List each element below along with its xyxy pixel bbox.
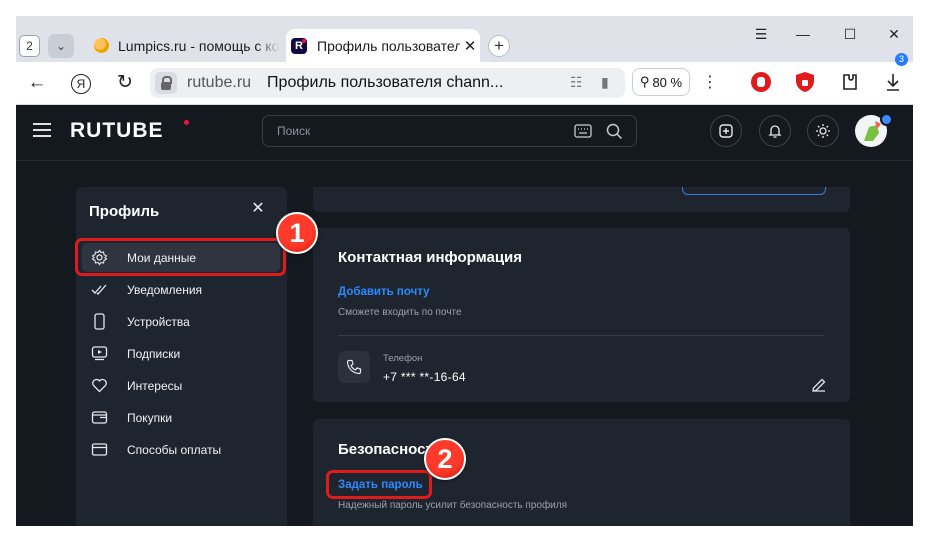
sidebar-item-label: Способы оплаты <box>127 443 222 457</box>
online-status-dot <box>880 113 893 126</box>
sun-icon <box>816 124 830 138</box>
wallet-icon <box>91 411 108 424</box>
site-header: RUTUBE Поиск <box>16 105 913 161</box>
sidebar-item-notifications[interactable]: Уведомления <box>82 275 280 304</box>
save-button[interactable] <box>682 187 826 195</box>
contact-info-card: Контактная информация Добавить почту Смо… <box>313 228 850 402</box>
notifications-button[interactable] <box>759 115 791 147</box>
set-password-hint: Надежный пароль усилит безопасность проф… <box>338 500 568 511</box>
address-bar: ← Я ↻ rutube.ru Профиль пользователя cha… <box>16 62 913 105</box>
reload-button[interactable]: ↻ <box>112 70 138 96</box>
sidebar-item-payment-methods[interactable]: Способы оплаты <box>82 435 280 464</box>
sidebar-item-label: Покупки <box>127 411 173 425</box>
sidebar-item-interests[interactable]: Интересы <box>82 371 280 400</box>
add-email-hint: Сможете входить по почте <box>338 307 462 318</box>
phone-value: +7 *** **-16-64 <box>383 370 466 384</box>
close-window-button[interactable]: ✕ <box>880 26 908 42</box>
sidebar-item-subscriptions[interactable]: Подписки <box>82 339 280 368</box>
site-settings-icon[interactable]: ☷ <box>570 74 583 91</box>
sidebar-title: Профиль <box>89 203 160 220</box>
browser-window: 2 ⌄ Lumpics.ru - помощь с компьютером R … <box>16 16 913 526</box>
back-button[interactable]: ← <box>24 70 50 96</box>
yandex-button[interactable]: Я <box>68 70 94 96</box>
hamburger-menu-icon[interactable] <box>33 123 51 137</box>
omnibox-domain: rutube.ru <box>187 74 252 91</box>
rutube-favicon-icon: R <box>291 37 307 54</box>
chevron-down-icon: ⌄ <box>55 39 67 53</box>
add-video-icon <box>719 124 733 138</box>
sidebar-item-label: Интересы <box>127 379 183 393</box>
keyboard-icon[interactable] <box>574 124 592 138</box>
browser-menu-icon[interactable]: ☰ <box>747 26 775 42</box>
heart-icon <box>92 378 107 393</box>
highlight-my-data <box>75 238 286 276</box>
bookmark-icon[interactable]: ▮ <box>601 74 609 91</box>
tabs-dropdown-button[interactable]: ⌄ <box>48 34 74 58</box>
step-badge-1: 1 <box>276 212 318 254</box>
rutube-logo[interactable]: RUTUBE <box>70 119 164 143</box>
sidebar-item-label: Подписки <box>127 347 181 361</box>
zoom-level: 80 % <box>652 74 683 90</box>
downloads-count-badge: 3 <box>895 53 908 66</box>
tab-bar: 2 ⌄ Lumpics.ru - помощь с компьютером R … <box>16 16 913 62</box>
sidebar-item-label: Уведомления <box>127 283 203 297</box>
double-check-icon <box>91 284 107 295</box>
more-options-icon[interactable]: ⋮ <box>702 72 718 92</box>
divider <box>338 335 825 336</box>
minimize-button[interactable]: — <box>789 26 817 42</box>
tab-rutube-profile[interactable]: R Профиль пользователя ✕ <box>286 29 480 62</box>
search-input[interactable]: Поиск <box>262 115 637 147</box>
downloads-icon[interactable] <box>882 71 904 93</box>
yandex-icon: Я <box>71 74 91 94</box>
upload-button[interactable] <box>710 115 742 147</box>
contact-heading: Контактная информация <box>338 249 523 266</box>
tab-close-icon[interactable]: ✕ <box>460 37 480 55</box>
maximize-button[interactable]: ☐ <box>836 26 864 42</box>
shield-extension-icon[interactable] <box>794 71 816 93</box>
lumpics-favicon-icon <box>94 38 109 53</box>
tab-counter[interactable]: 2 <box>19 35 40 57</box>
edit-phone-icon[interactable] <box>811 377 827 393</box>
sidebar-item-devices[interactable]: Устройства <box>82 307 280 336</box>
omnibox-page-title: Профиль пользователя chann... <box>267 74 504 91</box>
logo-dot <box>184 120 189 125</box>
extensions-icon[interactable] <box>838 71 860 93</box>
phone-label: Телефон <box>383 353 423 364</box>
omnibox[interactable]: rutube.ru Профиль пользователя chann... … <box>150 68 625 98</box>
highlight-set-password <box>326 470 432 499</box>
theme-toggle-button[interactable] <box>807 115 839 147</box>
search-placeholder: Поиск <box>277 124 311 138</box>
zoom-icon: ⚲ <box>639 74 650 89</box>
add-email-link[interactable]: Добавить почту <box>338 286 430 298</box>
bell-icon <box>768 125 782 138</box>
new-tab-button[interactable]: + <box>488 35 510 57</box>
search-icon[interactable] <box>606 123 623 140</box>
close-icon[interactable]: ✕ <box>248 199 268 219</box>
lock-icon[interactable] <box>155 72 177 94</box>
step-badge-2: 2 <box>424 438 466 480</box>
phone-icon <box>346 359 362 375</box>
sidebar-item-label: Устройства <box>127 315 190 329</box>
subscriptions-icon <box>91 346 108 361</box>
card-icon <box>91 443 108 456</box>
profile-card-top <box>313 187 850 212</box>
phone-icon-box <box>338 351 370 383</box>
adblock-extension-icon[interactable] <box>750 71 772 93</box>
tab-title: Профиль пользователя <box>317 37 460 54</box>
smartphone-icon <box>94 313 105 330</box>
zoom-indicator[interactable]: ⚲ 80 % <box>632 68 690 96</box>
tab-lumpics[interactable]: Lumpics.ru - помощь с компьютером <box>88 29 280 62</box>
sidebar-item-purchases[interactable]: Покупки <box>82 403 280 432</box>
